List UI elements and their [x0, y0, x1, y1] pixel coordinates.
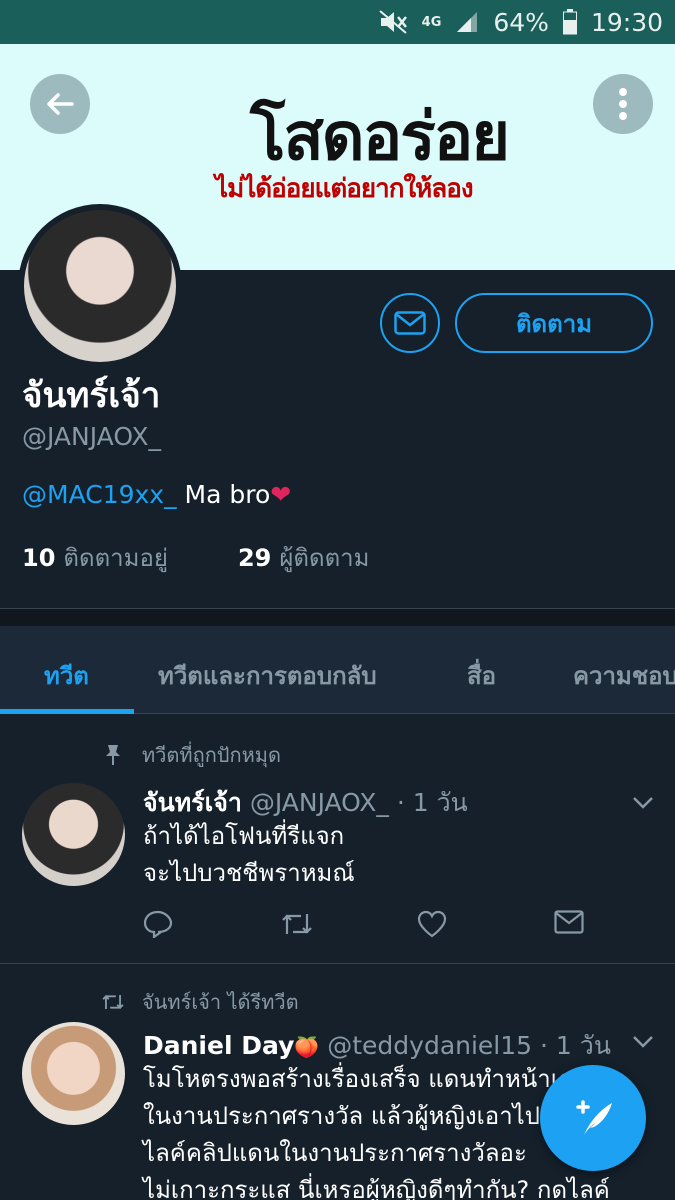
- profile-avatar[interactable]: [18, 204, 182, 368]
- reply-button[interactable]: [143, 910, 280, 942]
- envelope-icon: [394, 311, 426, 335]
- follow-button[interactable]: ติดตาม: [455, 293, 653, 353]
- following-count: 10: [22, 544, 56, 572]
- network-type: 4G: [421, 14, 442, 30]
- banner-subtitle: ไม่ได้อ่อยแต่อยากให้ลอง: [215, 174, 474, 204]
- profile-bio: @MAC19xx_ Ma bro❤: [22, 480, 291, 509]
- tweet-author-name: จันทร์เจ้า: [143, 788, 242, 817]
- heart-outline-icon: [417, 910, 447, 938]
- envelope-icon: [554, 910, 584, 934]
- followers-label: ผู้ติดตาม: [279, 544, 370, 572]
- peach-emoji: 🍑: [294, 1035, 320, 1059]
- tweet-line: จะไปบวชชีพราหมณ์: [143, 859, 355, 887]
- retweet-icon: [282, 914, 312, 934]
- followers-stat[interactable]: 29 ผู้ติดตาม: [238, 538, 370, 577]
- tweet-item[interactable]: ทวีตที่ถูกปักหมุด จันทร์เจ้า @JANJAOX_ ·…: [0, 715, 675, 963]
- tweet-author-name: Daniel Day: [143, 1031, 295, 1060]
- tweet-text: ถ้าได้ไอโฟนที่รีแจก จะไปบวชชีพราหมณ์: [143, 818, 355, 892]
- mute-icon: [378, 9, 408, 35]
- clock: 19:30: [590, 7, 663, 37]
- tweet-text: โมโหตรงพอสร้างเรื่องเสร็จ แดนทำหน้าเศร้า…: [143, 1061, 610, 1200]
- compose-feather-icon: [576, 1100, 612, 1135]
- tweet-line: ถ้าได้ไอโฟนที่รีแจก: [143, 822, 345, 850]
- more-vertical-icon: [619, 88, 627, 120]
- tab-tweets[interactable]: ทวีต: [44, 656, 89, 695]
- bio-text: Ma bro: [176, 480, 271, 509]
- battery-percent: 64%: [493, 7, 549, 37]
- dm-share-button[interactable]: [554, 910, 675, 942]
- tweet-header: Daniel Day🍑 @teddydaniel15 · 1 วัน: [143, 1026, 611, 1066]
- tweet-context: ทวีตที่ถูกปักหมุด: [100, 739, 281, 771]
- pin-icon: [100, 744, 126, 766]
- more-options-button[interactable]: [593, 74, 653, 134]
- profile-tabs: ทวีต ทวีตและการตอบกลับ สื่อ ความชอบ: [0, 626, 675, 714]
- tweet-avatar[interactable]: [22, 1022, 125, 1125]
- tab-tweets-replies[interactable]: ทวีตและการตอบกลับ: [158, 656, 377, 695]
- profile-handle: @JANJAOX_: [22, 422, 162, 451]
- retweet-icon: [100, 992, 126, 1012]
- reply-icon: [143, 910, 173, 940]
- compose-tweet-button[interactable]: [540, 1065, 646, 1171]
- signal-icon: [455, 10, 479, 34]
- message-button[interactable]: [380, 293, 440, 353]
- chevron-down-icon[interactable]: [630, 789, 656, 815]
- tweet-author-handle: @teddydaniel15: [327, 1031, 533, 1060]
- tweet-time: · 1 วัน: [540, 1031, 611, 1060]
- section-divider: [0, 608, 675, 626]
- battery-icon: [562, 9, 577, 35]
- tweet-context-label: ทวีตที่ถูกปักหมุด: [142, 743, 281, 767]
- tab-likes[interactable]: ความชอบ: [573, 656, 675, 695]
- heart-emoji: ❤: [270, 480, 292, 509]
- tweet-avatar[interactable]: [22, 783, 125, 886]
- back-button[interactable]: [30, 74, 90, 134]
- back-arrow-icon: [47, 93, 74, 115]
- like-button[interactable]: [417, 910, 554, 942]
- status-bar: 4G 64% 19:30: [0, 0, 675, 44]
- tweet-line: ไม่เกาะกระแส นี่เหรอผู้หญิงดีๆทำกัน? กดไ…: [143, 1176, 610, 1200]
- tweet-actions: [143, 910, 675, 942]
- retweet-button[interactable]: [280, 910, 417, 942]
- tweet-line: ไลค์คลิปแดนในงานประกาศรางวัลอะ: [143, 1139, 527, 1167]
- follow-stats: 10 ติดตามอยู่ 29 ผู้ติดตาม: [22, 538, 369, 577]
- tweet-header: จันทร์เจ้า @JANJAOX_ · 1 วัน: [143, 783, 468, 823]
- display-name: จันทร์เจ้า: [22, 376, 161, 416]
- tweet-context: จันทร์เจ้า ได้รีทวีต: [100, 986, 299, 1018]
- tweet-line: โมโหตรงพอสร้างเรื่องเสร็จ แดนทำหน้าเศร้า: [143, 1065, 601, 1093]
- followers-count: 29: [237, 544, 272, 572]
- tab-media[interactable]: สื่อ: [467, 656, 496, 695]
- following-label: ติดตามอยู่: [63, 544, 168, 572]
- tweet-author-handle: @JANJAOX_: [249, 788, 389, 817]
- chevron-down-icon[interactable]: [630, 1028, 656, 1054]
- tweet-context-label: จันทร์เจ้า ได้รีทวีต: [142, 990, 299, 1014]
- bio-mention-link[interactable]: @MAC19xx_: [22, 480, 177, 509]
- following-stat[interactable]: 10 ติดตามอยู่: [22, 538, 168, 577]
- active-tab-indicator: [0, 709, 134, 714]
- tweet-time: · 1 วัน: [396, 788, 468, 817]
